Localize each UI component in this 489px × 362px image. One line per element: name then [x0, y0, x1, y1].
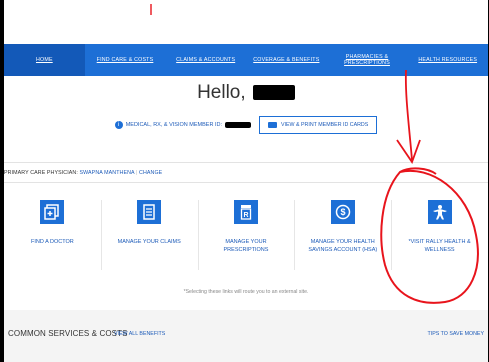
- nav-health-resources[interactable]: HEALTH RESOURCES: [407, 57, 488, 63]
- pcp-label: PRIMARY CARE PHYSICIAN:: [4, 170, 78, 176]
- tile-manage-prescriptions-label: MANAGE YOUR PRESCRIPTIONS: [223, 239, 269, 253]
- external-site-note: *Selecting these links will route you to…: [183, 289, 309, 295]
- nav-home[interactable]: HOME: [4, 44, 85, 76]
- nav-claims-label: CLAIMS & ACCOUNTS: [176, 56, 236, 63]
- nav-claims[interactable]: CLAIMS & ACCOUNTS: [165, 57, 246, 63]
- common-services-section: COMMON SERVICES & COSTS VIEW ALL BENEFIT…: [4, 310, 488, 362]
- nav-home-label: HOME: [35, 56, 53, 63]
- print-id-cards-label: VIEW & PRINT MEMBER ID CARDS: [280, 122, 369, 128]
- nav-pharmacies[interactable]: PHARMACIES & PRESCRIPTIONS: [327, 54, 408, 66]
- svg-text:R: R: [243, 212, 248, 219]
- pcp-name-link[interactable]: SWAPNA MANTHENA: [80, 170, 135, 176]
- tile-manage-hsa-label: MANAGE YOUR HEALTH SAVINGS ACCOUNT (HSA): [308, 239, 378, 253]
- tile-rally-wellness[interactable]: *VISIT RALLY HEALTH & WELLNESS: [391, 190, 488, 290]
- divider: [4, 162, 488, 163]
- print-id-cards-button[interactable]: VIEW & PRINT MEMBER ID CARDS: [258, 116, 378, 134]
- redacted-name: [252, 85, 295, 101]
- nav-find-care[interactable]: FIND CARE & COSTS: [85, 57, 166, 63]
- pcp-row: PRIMARY CARE PHYSICIAN: SWAPNA MANTHENA …: [4, 170, 163, 176]
- prescription-icon: R: [233, 200, 258, 224]
- main-nav: HOME FIND CARE & COSTS CLAIMS & ACCOUNTS…: [4, 44, 488, 76]
- redacted-member-id: [224, 122, 251, 128]
- tile-manage-claims[interactable]: MANAGE YOUR CLAIMS: [100, 190, 198, 290]
- tile-find-doctor-label: FIND A DOCTOR: [31, 239, 74, 245]
- wellness-person-icon: [427, 200, 452, 224]
- nav-health-resources-label: HEALTH RESOURCES: [418, 56, 478, 63]
- claims-document-icon: [137, 200, 162, 224]
- divider: [4, 182, 488, 183]
- common-services-title: COMMON SERVICES & COSTS: [8, 329, 128, 338]
- tile-manage-hsa[interactable]: $ MANAGE YOUR HEALTH SAVINGS ACCOUNT (HS…: [294, 190, 391, 290]
- top-strip: [4, 0, 488, 44]
- nav-find-care-label: FIND CARE & COSTS: [96, 56, 154, 63]
- id-card-icon: [267, 122, 277, 128]
- nav-coverage-label: COVERAGE & BENEFITS: [253, 56, 320, 63]
- tile-rally-wellness-label: *VISIT RALLY HEALTH & WELLNESS: [408, 239, 471, 253]
- tile-manage-claims-label: MANAGE YOUR CLAIMS: [117, 239, 181, 245]
- greeting: Hello,: [4, 82, 488, 104]
- page: HOME FIND CARE & COSTS CLAIMS & ACCOUNTS…: [4, 0, 488, 362]
- member-id-label: MEDICAL, RX, & VISION MEMBER ID:: [125, 122, 222, 128]
- view-all-benefits-link[interactable]: VIEW ALL BENEFITS: [114, 331, 165, 337]
- member-id-row: i MEDICAL, RX, & VISION MEMBER ID: VIEW …: [4, 116, 488, 134]
- svg-text:$: $: [340, 207, 345, 217]
- tips-save-money-link[interactable]: TIPS TO SAVE MONEY: [427, 331, 484, 337]
- dollar-icon: $: [330, 200, 355, 224]
- info-icon: i: [114, 121, 123, 129]
- member-id-info: i MEDICAL, RX, & VISION MEMBER ID:: [114, 121, 251, 129]
- quick-links: FIND A DOCTOR MANAGE YOUR CLAIMS R MANAG…: [4, 190, 488, 290]
- nav-coverage[interactable]: COVERAGE & BENEFITS: [246, 57, 327, 63]
- nav-pharmacies-label: PHARMACIES & PRESCRIPTIONS: [344, 53, 390, 66]
- pcp-change-link[interactable]: CHANGE: [139, 170, 162, 176]
- tile-find-doctor[interactable]: FIND A DOCTOR: [4, 190, 101, 290]
- greeting-text: Hello,: [197, 82, 246, 103]
- find-doctor-icon: [40, 200, 65, 224]
- tile-manage-prescriptions[interactable]: R MANAGE YOUR PRESCRIPTIONS: [197, 190, 295, 290]
